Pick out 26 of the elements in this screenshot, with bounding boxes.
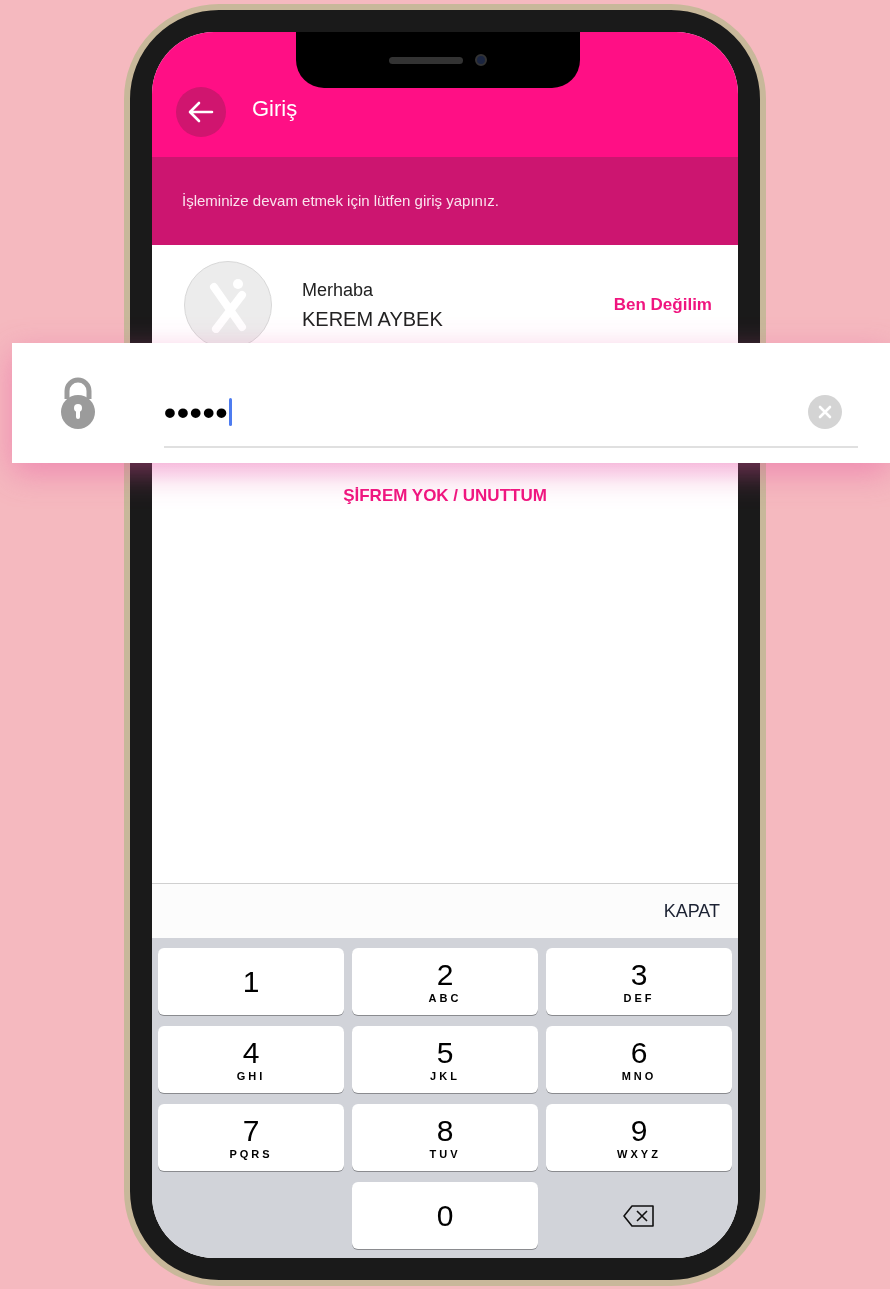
- keypad-key[interactable]: 8 TUV: [352, 1104, 538, 1171]
- person-icon: [208, 277, 248, 333]
- keypad-key[interactable]: 7 PQRS: [158, 1104, 344, 1171]
- keypad-key[interactable]: 0: [352, 1182, 538, 1249]
- keypad-key[interactable]: 2 ABC: [352, 948, 538, 1015]
- keypad-key[interactable]: 3 DEF: [546, 948, 732, 1015]
- greeting-text: Merhaba: [302, 278, 375, 302]
- not-me-link[interactable]: Ben Değilim: [613, 292, 712, 318]
- close-icon: [818, 405, 832, 419]
- forgot-password-link[interactable]: ŞİFREM YOK / UNUTTUM: [343, 483, 547, 509]
- back-button[interactable]: [176, 87, 226, 137]
- notice-text: İşleminize devam etmek için lütfen giriş yapınız.: [182, 190, 499, 211]
- back-arrow-icon: [188, 101, 214, 123]
- keypad-key[interactable]: 6 MNO: [546, 1026, 732, 1093]
- keypad-key[interactable]: 1: [158, 948, 344, 1015]
- lock-icon: [58, 377, 98, 429]
- backspace-icon: [622, 1203, 656, 1228]
- close-keyboard-button[interactable]: KAPAT: [663, 897, 720, 925]
- user-name: KEREM AYBEK: [302, 306, 443, 332]
- screen-title: Giriş: [252, 95, 298, 123]
- keypad-key[interactable]: 5 JKL: [352, 1026, 538, 1093]
- keypad-key[interactable]: 9 WXYZ: [546, 1104, 732, 1171]
- text-cursor: [228, 398, 232, 426]
- keypad-key[interactable]: 4 GHI: [158, 1026, 344, 1093]
- password-value: •••••: [164, 391, 229, 433]
- password-field[interactable]: •••••: [164, 378, 858, 448]
